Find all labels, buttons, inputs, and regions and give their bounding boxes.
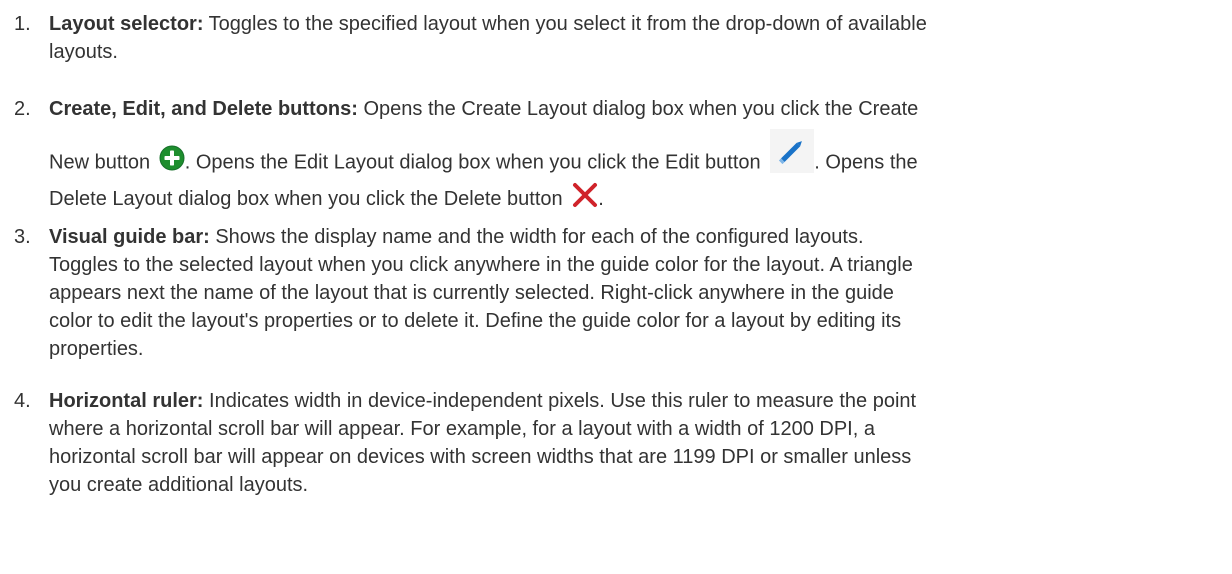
plus-circle-icon <box>159 145 185 171</box>
item-number: 3. <box>14 226 31 248</box>
item-line: appears next the name of the layout that… <box>49 282 894 304</box>
item-term: Visual guide bar: <box>49 226 210 248</box>
item-term: Create, Edit, and Delete buttons: <box>49 98 358 120</box>
item-line: color to edit the layout's properties or… <box>49 310 902 332</box>
item-number: 1. <box>14 13 31 35</box>
item-term: Horizontal ruler: <box>49 390 204 412</box>
item-line: Toggles to the selected layout when you … <box>49 254 913 276</box>
item-line: New button . Opens the Edit Layout dialo… <box>49 129 918 173</box>
item-line: Create, Edit, and Delete buttons: Opens … <box>49 95 918 123</box>
pencil-icon <box>770 129 815 173</box>
item-text: Shows the display name and the width for… <box>209 226 864 248</box>
item-text: New button <box>49 151 156 174</box>
item-number: 2. <box>14 98 31 120</box>
item-text: Toggles to the specified layout when you… <box>203 13 927 35</box>
item-text: Delete Layout dialog box when you click … <box>49 188 569 210</box>
item-line: you create additional layouts. <box>49 474 309 496</box>
item-text: Opens the Create Layout dialog box when … <box>357 98 919 120</box>
item-text: . <box>598 188 604 210</box>
item-number: 4. <box>14 390 31 412</box>
item-body: Layout selector: Toggles to the specifie… <box>49 10 1227 66</box>
item-body: Horizontal ruler: Indicates width in dev… <box>49 387 1227 499</box>
item-line: layouts. <box>49 41 118 63</box>
item-line: Horizontal ruler: Indicates width in dev… <box>49 387 1227 415</box>
item-line: properties. <box>49 338 144 360</box>
item-text: Indicates width in device-independent pi… <box>203 390 917 412</box>
item-line: Delete Layout dialog box when you click … <box>49 182 604 213</box>
item-body: Visual guide bar: Shows the display name… <box>49 223 1227 363</box>
item-line: horizontal scroll bar will appear on dev… <box>49 446 912 468</box>
document: 1. Layout selector: Toggles to the speci… <box>0 0 1232 574</box>
item-term: Layout selector: <box>49 13 204 35</box>
item-line: Layout selector: Toggles to the specifie… <box>49 10 1227 38</box>
x-icon <box>572 182 598 208</box>
item-text: . Opens the Edit Layout dialog box when … <box>184 151 767 174</box>
item-text: . Opens the <box>814 151 918 174</box>
item-line: Visual guide bar: Shows the display name… <box>49 223 1227 251</box>
item-line: where a horizontal scroll bar will appea… <box>49 418 875 440</box>
